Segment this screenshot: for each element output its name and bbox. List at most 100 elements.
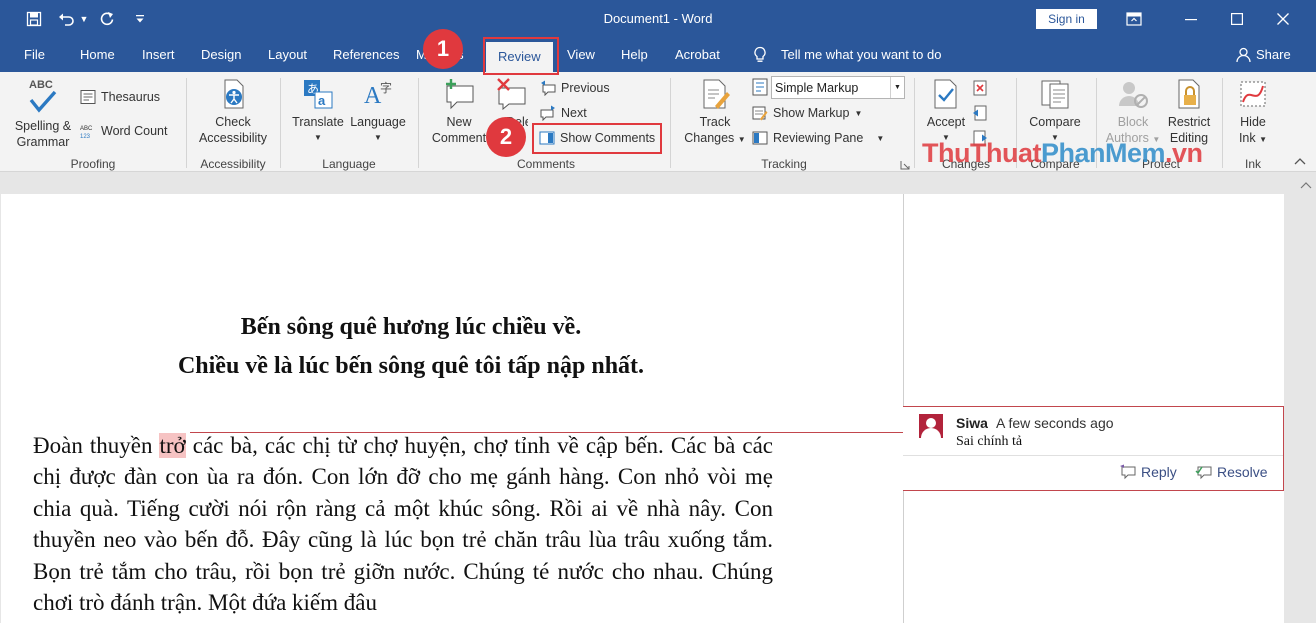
svg-text:ABC: ABC <box>80 126 93 132</box>
previous-label: Previous <box>561 81 610 95</box>
ribbon-display-icon[interactable] <box>1111 0 1157 38</box>
next-comment-button[interactable]: Next <box>540 105 587 121</box>
paragraph-text-after: các bà, các chị từ chợ huyện, chợ tỉnh v… <box>33 433 773 616</box>
resolve-button[interactable]: Resolve <box>1195 464 1268 480</box>
accept-button[interactable]: Accept ▼ <box>920 78 972 146</box>
group-label-ink: Ink <box>1244 157 1261 171</box>
hide-ink-icon <box>1240 81 1266 107</box>
word-count-button[interactable]: ABC 123 Word Count <box>80 123 167 139</box>
delete-comment-icon <box>497 78 526 110</box>
step-badge-2: 2 <box>486 117 526 157</box>
tab-acrobat[interactable]: Acrobat <box>675 47 720 62</box>
reply-button[interactable]: Reply <box>1119 464 1177 480</box>
chevron-down-icon: ▼ <box>876 133 885 143</box>
thesaurus-label: Thesaurus <box>101 90 161 104</box>
group-label-comments: Comments <box>516 157 575 171</box>
restrict-editing-button[interactable]: Restrict Editing <box>1160 78 1218 146</box>
tab-design[interactable]: Design <box>201 47 241 62</box>
block-authors-icon <box>1119 82 1148 108</box>
hide-ink-label-1: Hide <box>1240 115 1266 129</box>
lock-icon <box>1178 79 1200 109</box>
watermark-part-2: PhanMem <box>1040 138 1166 168</box>
new-comment-button[interactable]: New Comment <box>424 78 494 146</box>
tab-insert[interactable]: Insert <box>142 47 175 62</box>
previous-change-icon[interactable] <box>972 105 988 124</box>
spelling-check-icon: ABC <box>27 78 59 114</box>
resolve-label: Resolve <box>1217 464 1268 480</box>
group-separator <box>280 78 281 168</box>
tell-me-search[interactable]: Tell me what you want to do <box>781 47 941 62</box>
previous-comment-button[interactable]: Previous <box>540 80 610 96</box>
show-markup-icon <box>752 106 768 121</box>
compare-label: Compare <box>1029 115 1081 129</box>
comment-card[interactable]: Siwa A few seconds ago Sai chính tả Repl… <box>903 406 1284 491</box>
chevron-down-icon: ▼ <box>314 133 322 142</box>
spelling-label-2: Grammar <box>16 135 70 149</box>
vertical-scrollbar[interactable] <box>1296 173 1316 623</box>
spelling-grammar-button[interactable]: ABC Spelling & Grammar <box>10 78 76 150</box>
tab-references[interactable]: References <box>333 47 399 62</box>
tab-home[interactable]: Home <box>80 47 115 62</box>
comment-anchor-line <box>190 432 903 433</box>
minimize-icon[interactable] <box>1168 0 1214 38</box>
track-changes-button[interactable]: Track Changes ▼ <box>680 78 750 148</box>
reviewing-pane-button[interactable]: Reviewing Pane ▼ <box>752 130 884 146</box>
compare-button[interactable]: Compare ▼ <box>1022 78 1088 146</box>
sign-in-button[interactable]: Sign in <box>1036 9 1097 29</box>
tab-view[interactable]: View <box>567 47 595 62</box>
accept-label: Accept <box>926 115 966 129</box>
compare-icon <box>1041 80 1069 109</box>
group-separator <box>418 78 419 168</box>
thesaurus-button[interactable]: Thesaurus <box>80 89 160 105</box>
comment-divider <box>903 455 1283 456</box>
collapse-ribbon-icon[interactable] <box>1294 156 1306 168</box>
translate-button[interactable]: あa Translate ▼ <box>290 78 346 146</box>
maximize-icon[interactable] <box>1214 0 1260 38</box>
group-label-language: Language <box>322 157 376 171</box>
group-separator <box>914 78 915 168</box>
dialog-launcher-icon[interactable] <box>900 158 910 173</box>
watermark: ThuThuatPhanMem.vn <box>922 138 1203 169</box>
restrict-label-1: Restrict <box>1167 115 1211 129</box>
accept-icon <box>934 79 957 109</box>
spelling-label-1: Spelling & <box>14 119 72 133</box>
show-markup-button[interactable]: Show Markup ▼ <box>752 105 862 121</box>
hide-ink-label-2: Ink ▼ <box>1238 131 1268 145</box>
comment-time: A few seconds ago <box>996 415 1114 431</box>
new-comment-label-2: Comment <box>431 131 487 145</box>
group-separator <box>1222 78 1223 168</box>
new-comment-label-1: New <box>446 115 472 129</box>
document-gutter <box>0 173 1316 194</box>
markup-select-value: Simple Markup <box>775 80 859 95</box>
reviewing-pane-icon <box>752 131 768 145</box>
tab-layout[interactable]: Layout <box>268 47 307 62</box>
reply-icon <box>1120 464 1136 480</box>
markup-select[interactable]: Simple Markup ▼ <box>771 76 905 99</box>
tab-file[interactable]: File <box>24 47 45 62</box>
close-icon[interactable] <box>1260 0 1306 38</box>
svg-text:字: 字 <box>380 80 392 95</box>
tab-help[interactable]: Help <box>621 47 648 62</box>
scroll-up-icon[interactable] <box>1300 177 1312 192</box>
language-label: Language <box>350 115 406 129</box>
reject-icon[interactable] <box>972 80 988 99</box>
share-person-icon[interactable] <box>1236 47 1251 66</box>
hide-ink-button[interactable]: Hide Ink ▼ <box>1228 78 1278 148</box>
word-count-icon: ABC 123 <box>80 126 93 139</box>
accessibility-icon <box>224 79 244 109</box>
chevron-down-icon: ▼ <box>374 133 382 142</box>
language-icon: A字 <box>364 80 392 109</box>
language-button[interactable]: A字 Language ▼ <box>348 78 408 146</box>
track-label-1: Track <box>699 115 731 129</box>
comment-text[interactable]: Sai chính tả <box>956 434 1022 450</box>
markup-display-icon <box>752 78 768 99</box>
svg-text:a: a <box>318 93 326 108</box>
commented-word[interactable]: trở <box>159 433 186 458</box>
lightbulb-icon <box>752 46 768 67</box>
document-paragraph[interactable]: Đoàn thuyền trở các bà, các chị từ chợ h… <box>33 430 773 618</box>
step-badge-1: 1 <box>423 29 463 69</box>
share-button[interactable]: Share <box>1256 47 1291 62</box>
check-accessibility-button[interactable]: Check Accessibility <box>194 78 272 146</box>
group-label-accessibility: Accessibility <box>200 157 266 171</box>
chevron-down-icon[interactable]: ▼ <box>890 77 904 98</box>
